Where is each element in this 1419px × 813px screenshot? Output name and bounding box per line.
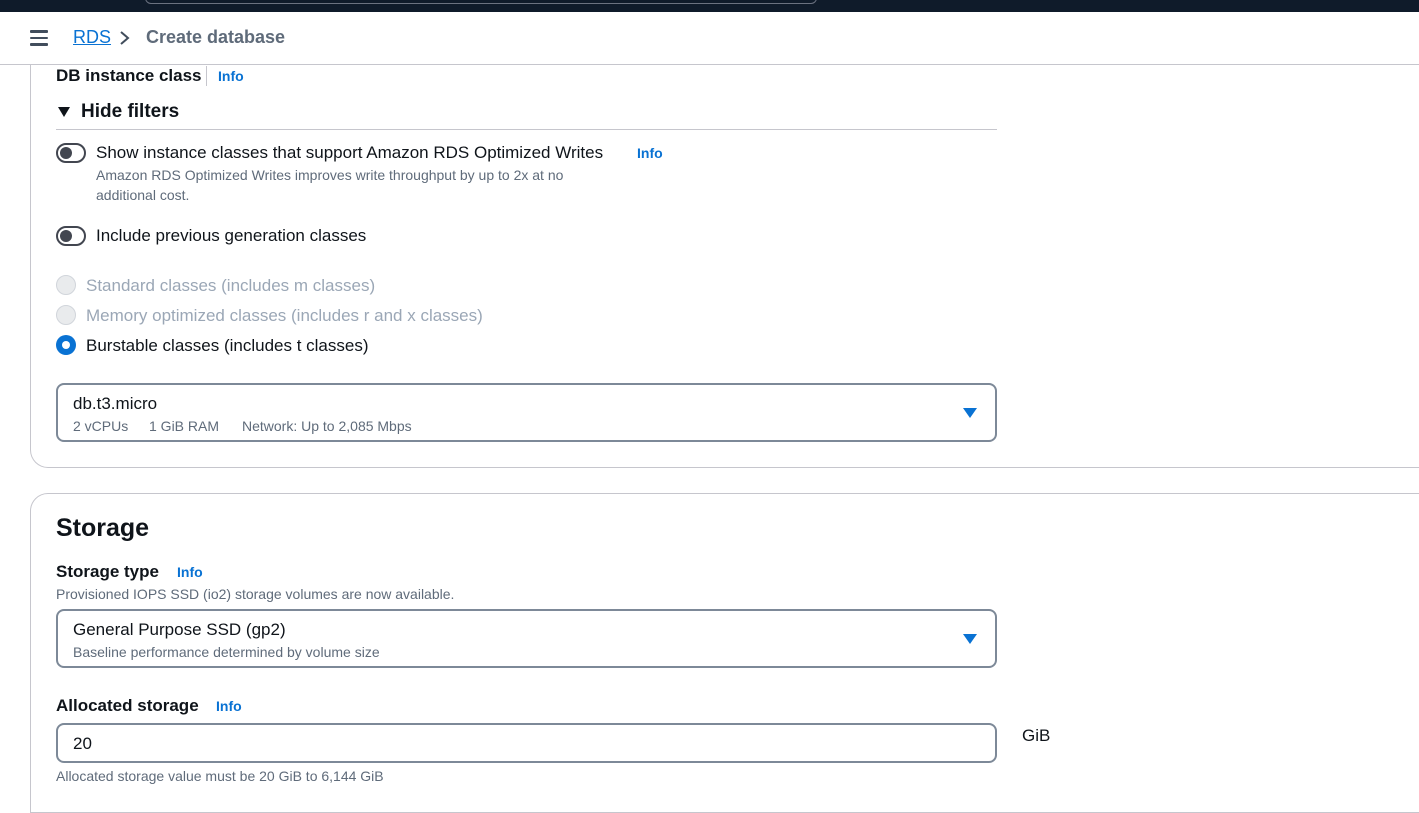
- instance-vcpus: 2 vCPUs: [73, 418, 129, 434]
- breadcrumb-bar: RDS Create database: [0, 12, 1419, 65]
- radio-memory-optimized-label: Memory optimized classes (includes r and…: [86, 306, 483, 325]
- storage-heading: Storage: [56, 514, 150, 542]
- storage-type-select[interactable]: General Purpose SSD (gp2) Baseline perfo…: [56, 609, 997, 668]
- top-nav-bar: [0, 0, 1419, 12]
- optimized-writes-description-line1: Amazon RDS Optimized Writes improves wri…: [96, 167, 564, 183]
- optimized-writes-info-link[interactable]: Info: [637, 145, 663, 161]
- optimized-writes-toggle[interactable]: [56, 143, 86, 163]
- allocated-storage-hint: Allocated storage value must be 20 GiB t…: [56, 768, 384, 784]
- breadcrumb-rds-link[interactable]: RDS: [73, 27, 111, 48]
- storage-type-info-link[interactable]: Info: [177, 564, 203, 580]
- instance-class-label: DB instance class: [56, 66, 202, 85]
- storage-type-value: General Purpose SSD (gp2): [73, 620, 286, 639]
- optimized-writes-label: Show instance classes that support Amazo…: [96, 143, 604, 162]
- allocated-storage-value: 20: [73, 734, 92, 753]
- allocated-storage-label: Allocated storage: [56, 696, 199, 715]
- storage-type-value-description: Baseline performance determined by volum…: [73, 644, 380, 660]
- caret-down-icon: [58, 107, 70, 117]
- global-search-input[interactable]: [145, 0, 817, 4]
- optimized-writes-description-line2: additional cost.: [96, 187, 190, 203]
- storage-type-label: Storage type: [56, 562, 159, 581]
- label-separator: [206, 66, 207, 86]
- radio-standard-classes[interactable]: [56, 275, 76, 295]
- instance-class-value: db.t3.micro: [73, 394, 158, 413]
- chevron-right-icon: [120, 31, 130, 45]
- previous-generation-label: Include previous generation classes: [96, 226, 367, 245]
- allocated-storage-unit: GiB: [1022, 726, 1051, 745]
- allocated-storage-input[interactable]: 20: [56, 723, 997, 763]
- caret-down-icon: [963, 634, 977, 644]
- radio-standard-label: Standard classes (includes m classes): [86, 276, 376, 295]
- instance-class-info-link[interactable]: Info: [218, 68, 244, 84]
- radio-memory-optimized-classes[interactable]: [56, 305, 76, 325]
- instance-ram: 1 GiB RAM: [149, 418, 220, 434]
- allocated-storage-info-link[interactable]: Info: [216, 698, 242, 714]
- caret-down-icon: [963, 408, 977, 418]
- breadcrumb-current: Create database: [146, 27, 286, 47]
- radio-burstable-label: Burstable classes (includes t classes): [86, 336, 369, 355]
- menu-icon[interactable]: [30, 30, 48, 46]
- filters-divider: [56, 129, 997, 130]
- instance-class-select[interactable]: db.t3.micro 2 vCPUs 1 GiB RAM Network: U…: [56, 383, 997, 442]
- previous-generation-toggle[interactable]: [56, 226, 86, 246]
- hide-filters-label: Hide filters: [81, 101, 180, 122]
- radio-burstable-classes[interactable]: [56, 335, 76, 355]
- storage-type-description: Provisioned IOPS SSD (io2) storage volum…: [56, 586, 455, 602]
- instance-network: Network: Up to 2,085 Mbps: [242, 418, 412, 434]
